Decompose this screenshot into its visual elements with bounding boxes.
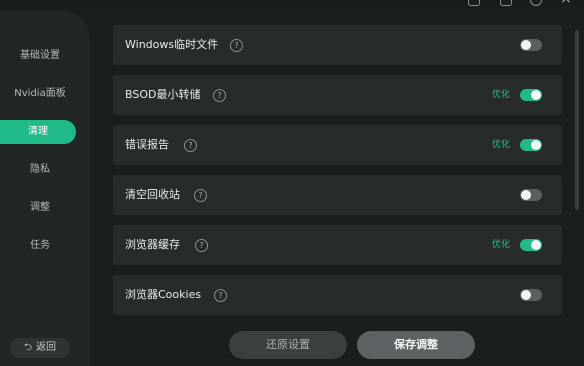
help-icon[interactable]: ? <box>230 39 243 52</box>
help-icon[interactable]: ? <box>195 239 208 252</box>
setting-row-browser-cache: 浏览器缓存 ? 优化 <box>113 225 562 265</box>
sidebar-item-label: 基础设置 <box>20 50 60 61</box>
toggle-switch[interactable] <box>520 89 542 101</box>
menu-icon[interactable] <box>500 0 512 6</box>
sidebar-item-clean[interactable]: 清理 <box>0 120 76 144</box>
status-optimized: 优化 <box>492 140 511 150</box>
help-icon[interactable]: ? <box>214 289 227 302</box>
help-icon[interactable]: ? <box>184 139 197 152</box>
sidebar-item-privacy[interactable]: 隐私 <box>0 158 80 182</box>
status-optimized: 优化 <box>492 240 511 250</box>
setting-label: 浏览器Cookies <box>125 288 202 301</box>
setting-row-error-report: 错误报告 ? 优化 <box>113 125 562 165</box>
status-optimized: 优化 <box>492 90 511 100</box>
toggle-switch[interactable] <box>520 39 542 51</box>
setting-label: 错误报告 <box>125 138 169 151</box>
sidebar-item-label: 调整 <box>30 202 50 213</box>
setting-label: 浏览器缓存 <box>125 238 180 251</box>
setting-row-windows-temp: Windows临时文件 ? <box>113 25 562 65</box>
toggle-knob <box>531 90 541 100</box>
toggle-switch[interactable] <box>520 189 542 201</box>
setting-row-browser-cookies: 浏览器Cookies ? <box>113 275 562 315</box>
setting-label: 清空回收站 <box>125 188 180 201</box>
sidebar-item-tweaks[interactable]: 调整 <box>0 196 80 220</box>
title-bar: × <box>0 0 584 10</box>
sidebar-item-tasks[interactable]: 任务 <box>0 234 80 258</box>
sidebar-item-nvidia-panel[interactable]: Nvidia面板 <box>0 82 80 106</box>
sidebar-item-label: 隐私 <box>30 164 50 175</box>
setting-label: Windows临时文件 <box>125 38 219 51</box>
skin-icon[interactable] <box>468 0 480 6</box>
help-icon[interactable]: ? <box>213 89 226 102</box>
close-icon[interactable]: × <box>560 0 572 7</box>
setting-label: BSOD最小转储 <box>125 88 201 101</box>
toggle-knob <box>521 40 531 50</box>
sidebar: 基础设置 Nvidia面板 清理 隐私 调整 任务 ⮌ 返回 <box>0 10 90 366</box>
setting-row-empty-recycle-bin: 清空回收站 ? <box>113 175 562 215</box>
back-button[interactable]: ⮌ 返回 <box>10 338 70 358</box>
help-icon[interactable]: ? <box>194 189 207 202</box>
toggle-knob <box>521 290 531 300</box>
toggle-knob <box>531 140 541 150</box>
scrollbar[interactable] <box>575 30 579 210</box>
toggle-switch[interactable] <box>520 139 542 151</box>
save-tweaks-button[interactable]: 保存调整 <box>357 331 475 359</box>
restore-settings-button[interactable]: 还原设置 <box>229 331 347 359</box>
sidebar-item-label: 任务 <box>30 240 50 251</box>
toggle-switch[interactable] <box>520 239 542 251</box>
help-circle-icon[interactable] <box>530 0 542 6</box>
sidebar-item-label: Nvidia面板 <box>14 88 66 99</box>
toggle-switch[interactable] <box>520 289 542 301</box>
sidebar-item-label: 清理 <box>28 126 48 137</box>
sidebar-item-basic-settings[interactable]: 基础设置 <box>0 44 80 68</box>
toggle-knob <box>531 240 541 250</box>
back-label: 返回 <box>36 342 56 353</box>
back-arrow-icon: ⮌ <box>23 342 32 353</box>
app-window: × 基础设置 Nvidia面板 清理 隐私 调整 任务 ⮌ 返回 Windows临… <box>0 0 584 366</box>
toggle-knob <box>521 190 531 200</box>
setting-row-bsod-minidump: BSOD最小转储 ? 优化 <box>113 75 562 115</box>
